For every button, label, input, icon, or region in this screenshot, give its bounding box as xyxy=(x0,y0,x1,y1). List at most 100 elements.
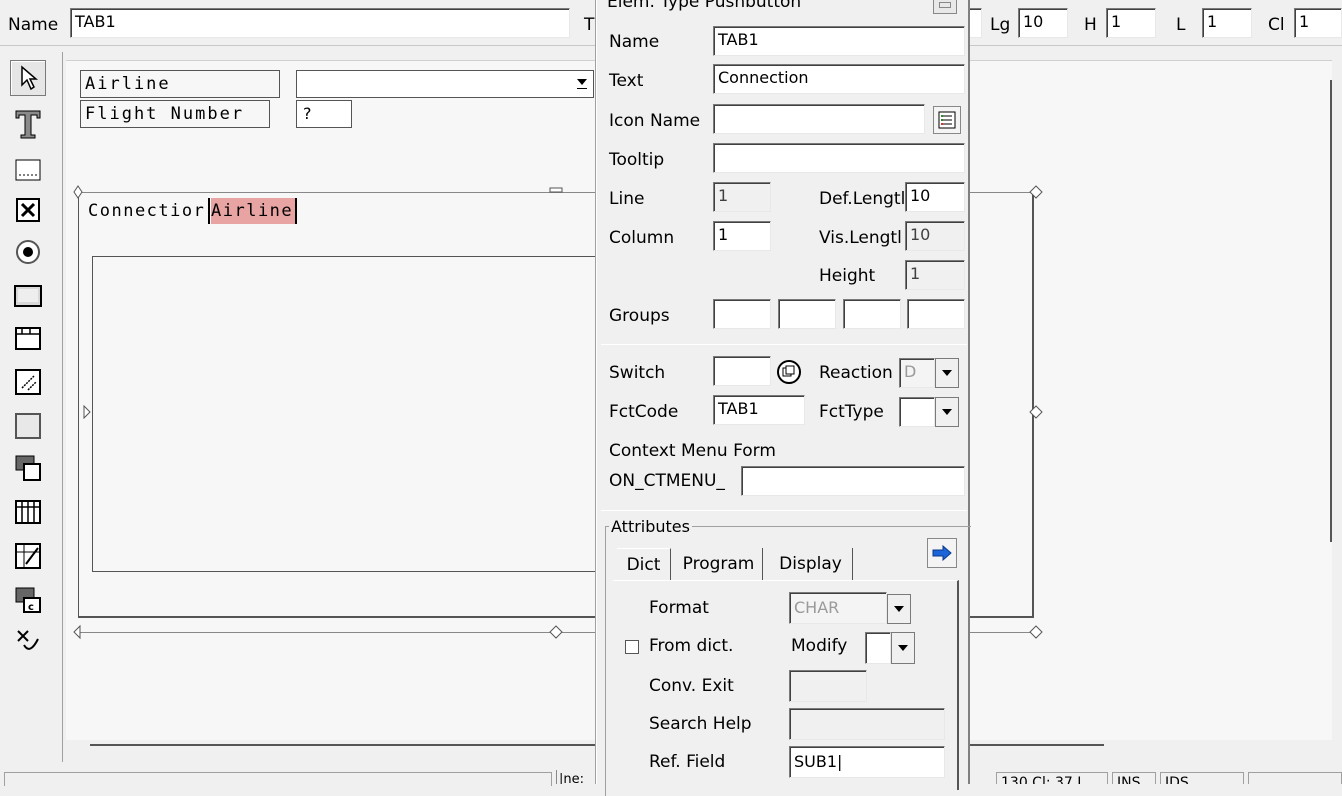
dialog-name-field[interactable]: TAB1 xyxy=(713,26,965,56)
table-control-icon[interactable] xyxy=(10,494,46,530)
table-wizard-icon[interactable] xyxy=(10,538,46,574)
height-field[interactable]: 1 xyxy=(905,260,965,290)
groups-label: Groups xyxy=(609,306,670,326)
custom-control-icon[interactable] xyxy=(10,450,46,486)
context-prefix-label: ON_CTMENU_ xyxy=(609,471,725,491)
modify-dropdown-icon[interactable] xyxy=(891,632,915,664)
group2-field[interactable] xyxy=(778,299,836,329)
format-label: Format xyxy=(649,598,709,618)
fcttype-label: FctType xyxy=(819,402,884,422)
name-label: Name xyxy=(8,15,59,35)
pushbutton-icon[interactable] xyxy=(10,278,46,314)
cl-field[interactable]: 1 xyxy=(1294,8,1342,38)
tab-program[interactable]: Program xyxy=(675,548,763,580)
search-help-label: Search Help xyxy=(649,714,752,734)
lg-label: Lg xyxy=(990,15,1011,35)
airline-dropdown-arrow-icon[interactable] xyxy=(577,79,587,89)
tab-airline[interactable]: Airline xyxy=(211,198,298,224)
wizard-icon[interactable] xyxy=(10,624,46,660)
tab-dict[interactable]: Dict xyxy=(617,548,671,580)
cl-label: Cl xyxy=(1268,15,1285,35)
canvas-vertical-line xyxy=(1330,80,1332,542)
elem-type-label: Elem. Type Pushbutton xyxy=(607,0,802,12)
modify-label: Modify xyxy=(791,636,848,656)
conv-exit-field[interactable] xyxy=(789,670,867,702)
fctcode-field[interactable]: TAB1 xyxy=(713,395,805,425)
tab-program-label: Program xyxy=(682,554,755,574)
status-icon[interactable]: c xyxy=(10,582,46,618)
group1-field[interactable] xyxy=(713,299,771,329)
switch-field[interactable] xyxy=(713,356,771,386)
group3-field[interactable] xyxy=(843,299,901,329)
line-field[interactable]: 1 xyxy=(713,182,771,212)
group4-field[interactable] xyxy=(907,299,965,329)
pointer-icon[interactable] xyxy=(10,60,46,96)
attributes-dialog: Elem. Type Pushbutton Name TAB1 Text Con… xyxy=(596,0,971,796)
conv-exit-label: Conv. Exit xyxy=(649,676,734,696)
subscreen-area[interactable] xyxy=(92,256,596,572)
text-label: Text xyxy=(609,71,644,91)
reaction-dropdown-icon[interactable] xyxy=(935,358,959,388)
fctcode-label: FctCode xyxy=(609,402,679,422)
tooltip-label: Tooltip xyxy=(609,150,665,170)
flight-number-field[interactable]: ? xyxy=(296,100,352,128)
tab-separator xyxy=(208,198,210,224)
tab-connection[interactable]: Connectior xyxy=(88,198,205,224)
format-dropdown-icon[interactable] xyxy=(887,594,911,624)
modify-select[interactable] xyxy=(865,632,891,664)
lg-field[interactable]: 10 xyxy=(1018,8,1068,38)
fcttype-dropdown-icon[interactable] xyxy=(935,397,959,427)
airline-label[interactable]: Airline xyxy=(80,70,280,98)
def-length-label: Def.Lengtl xyxy=(819,189,906,209)
line-label: Line xyxy=(609,189,645,209)
reaction-select[interactable]: D xyxy=(899,358,935,388)
l-field[interactable]: 1 xyxy=(1202,8,1252,38)
icon-name-field[interactable] xyxy=(713,104,925,134)
dialog-menu-button[interactable] xyxy=(933,0,957,14)
input-field-icon[interactable] xyxy=(10,152,46,188)
column-field[interactable]: 1 xyxy=(713,221,771,251)
switch-lookup-icon[interactable] xyxy=(775,358,803,386)
text-field-icon[interactable] xyxy=(10,106,46,142)
tab-display[interactable]: Display xyxy=(769,548,853,580)
height-label: Height xyxy=(819,266,876,286)
status-position: 130 Cl: 37 L xyxy=(996,772,1108,784)
tab-dict-label: Dict xyxy=(626,555,661,575)
search-help-field[interactable] xyxy=(789,708,945,740)
column-label: Column xyxy=(609,228,675,248)
tabstrip-icon[interactable] xyxy=(10,408,46,444)
icon-name-label: Icon Name xyxy=(609,111,701,131)
l-label: L xyxy=(1176,15,1186,35)
type-label: T xyxy=(584,15,595,35)
h-label: H xyxy=(1084,15,1097,35)
svg-text:c: c xyxy=(28,602,34,613)
reaction-label: Reaction xyxy=(819,363,893,383)
radio-button-icon[interactable] xyxy=(10,234,46,270)
from-dict-checkbox[interactable] xyxy=(625,640,639,654)
context-menu-field[interactable] xyxy=(741,466,965,496)
next-arrow-icon[interactable] xyxy=(927,538,957,568)
vis-length-field[interactable]: 10 xyxy=(905,221,965,251)
subscreen-icon[interactable] xyxy=(10,364,46,400)
name-field[interactable]: TAB1 xyxy=(70,8,570,38)
airline-dropdown[interactable] xyxy=(296,70,594,98)
status-ins: INS xyxy=(1112,772,1156,784)
format-select[interactable]: CHAR xyxy=(789,592,887,624)
fcttype-select[interactable] xyxy=(899,397,935,427)
box-icon[interactable] xyxy=(10,320,46,356)
def-length-field[interactable]: 10 xyxy=(905,182,965,212)
icon-list-icon[interactable] xyxy=(933,106,961,134)
ref-field-input[interactable]: SUB1| xyxy=(789,746,945,778)
checkbox-icon[interactable] xyxy=(10,192,46,228)
h-field[interactable]: 1 xyxy=(1106,8,1156,38)
status-cut-text: |ne: xyxy=(556,770,584,784)
dialog-divider-2 xyxy=(601,510,967,511)
context-menu-label: Context Menu Form xyxy=(609,441,776,461)
attributes-label: Attributes xyxy=(609,517,692,536)
text-field[interactable]: Connection xyxy=(713,64,965,94)
dialog-divider-1 xyxy=(601,344,967,345)
toolbox: c xyxy=(0,52,56,762)
status-ids: IDS xyxy=(1160,772,1244,784)
tooltip-field[interactable] xyxy=(713,143,965,173)
flight-number-label[interactable]: Flight Number xyxy=(80,100,270,128)
